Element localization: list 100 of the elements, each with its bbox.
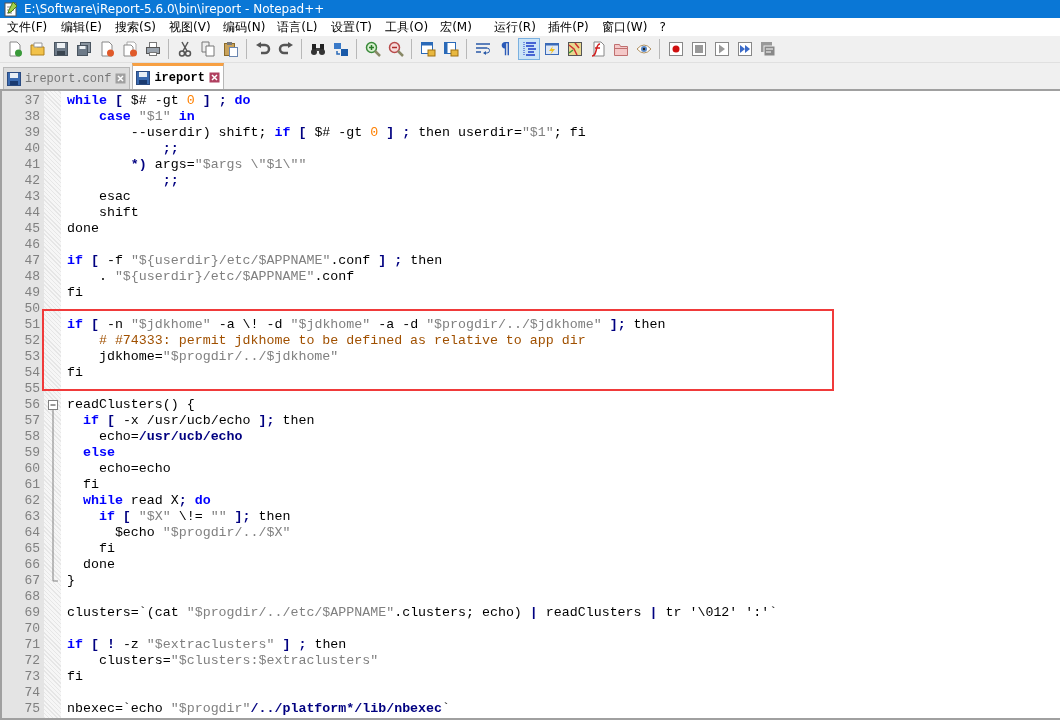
line-number: 46 — [23, 237, 41, 253]
code-line: shift — [97, 205, 139, 221]
line-number: 66 — [23, 557, 41, 573]
code-line: *) args="$args \"$1\"" — [129, 157, 307, 173]
line-number: 51 — [23, 317, 41, 333]
line-number: 55 — [23, 381, 41, 397]
menu-item[interactable]: 插件(P) — [543, 18, 597, 36]
redo-icon — [277, 41, 294, 57]
menu-item[interactable]: 编码(N) — [218, 18, 272, 36]
replace-icon — [332, 41, 349, 57]
line-number: 48 — [23, 269, 41, 285]
close-icon[interactable] — [115, 73, 127, 84]
file-tab[interactable]: ireport — [132, 63, 224, 89]
line-number: 41 — [23, 157, 41, 173]
code-line: if [ -n "$jdkhome" -a \! -d "$jdkhome" -a -d "$progdir/../$jdkhome" ]; then — [67, 317, 666, 333]
code-line: ;; — [161, 173, 179, 189]
menu-item[interactable]: 语言(L) — [272, 18, 326, 36]
line-number: 45 — [23, 221, 41, 237]
code-line: fi — [81, 477, 99, 493]
line-number: 40 — [23, 141, 41, 157]
menu-item[interactable]: ? — [654, 20, 708, 34]
code-line: jdkhome="$progdir/../$jdkhome" — [97, 349, 339, 365]
undo-icon — [254, 41, 271, 57]
line-number: 50 — [23, 301, 41, 317]
line-number: 47 — [23, 253, 41, 269]
file-close-icon — [98, 41, 115, 57]
code-line: readClusters() { — [67, 397, 195, 413]
code-line: while [ $# -gt 0 ] ; do — [67, 93, 251, 109]
code-line: clusters=`(cat "$progdir/../etc/$APPNAME".clusters; echo) | readClusters | tr '\012' ':'` — [67, 605, 778, 621]
tab-label: ireport — [154, 70, 205, 85]
line-number: 71 — [23, 637, 41, 653]
menu-item[interactable]: 运行(R) — [489, 18, 543, 36]
eye-icon — [635, 41, 652, 57]
window-title: E:\Software\iReport-5.6.0\bin\ireport - Notepad++ — [24, 2, 325, 16]
window-lock-icon — [442, 41, 459, 57]
code-line: fi — [97, 541, 115, 557]
menu-item[interactable]: 搜索(S) — [110, 18, 163, 36]
line-number: 37 — [23, 93, 41, 109]
line-number: 69 — [23, 605, 41, 621]
menu-item[interactable]: 文件(F) — [2, 18, 55, 36]
show-all-characters-button[interactable]: ¶ — [494, 38, 517, 60]
fold-collapse-icon[interactable] — [47, 397, 58, 413]
line-number: 53 — [23, 349, 41, 365]
code-line: if [ -f "${userdir}/etc/$APPNAME".conf ] ; then — [67, 253, 443, 269]
line-number: 63 — [23, 509, 41, 525]
code-line: fi — [67, 669, 83, 685]
code-line: case "$1" in — [97, 109, 195, 125]
files-close-icon — [121, 41, 138, 57]
code-line: } — [67, 573, 75, 589]
code-line: fi — [67, 365, 83, 381]
code-line: fi — [67, 285, 83, 301]
code-line: while read X; do — [81, 493, 211, 509]
code-line: . "${userdir}/etc/$APPNAME".conf — [97, 269, 355, 285]
menu-item[interactable]: 设置(T) — [326, 18, 380, 36]
play-icon — [713, 41, 730, 57]
copy-icon — [199, 41, 216, 57]
line-number: 42 — [23, 173, 41, 189]
line-number: 65 — [23, 541, 41, 557]
new-file-icon — [6, 41, 23, 57]
code-line: if [ "$X" \!= "" ]; then — [97, 509, 291, 525]
printer-icon — [144, 41, 161, 57]
function-icon — [589, 41, 606, 57]
close-icon[interactable] — [208, 72, 220, 83]
line-number: 62 — [23, 493, 41, 509]
menu-item[interactable]: 工具(O) — [380, 18, 435, 36]
line-number: 70 — [23, 621, 41, 637]
code-line: if [ -x /usr/ucb/echo ]; then — [81, 413, 315, 429]
word-wrap-icon — [474, 41, 491, 57]
menu-item[interactable]: 编辑(E) — [56, 18, 109, 36]
menu-item[interactable]: 窗口(W) — [597, 18, 654, 36]
floppy-disks-icon — [75, 41, 92, 57]
line-number: 60 — [23, 461, 41, 477]
line-number: 54 — [23, 365, 41, 381]
record-icon — [667, 41, 684, 57]
indent-guide-button[interactable] — [517, 38, 540, 60]
line-number: 74 — [23, 685, 41, 701]
line-number: 68 — [23, 589, 41, 605]
menu-item[interactable]: 宏(M) — [435, 18, 489, 36]
line-number: 59 — [23, 445, 41, 461]
indent-guide-icon — [520, 41, 537, 57]
folder-icon — [612, 41, 629, 57]
editor-area[interactable] — [0, 89, 1060, 720]
map-icon — [566, 41, 583, 57]
code-line: done — [67, 221, 99, 237]
code-line: --userdir) shift; if [ $# -gt 0 ] ; then userdir="$1"; fi — [129, 125, 586, 141]
code-line: clusters="$clusters:$extraclusters" — [97, 653, 379, 669]
zoom-in-icon — [364, 41, 381, 57]
line-number: 58 — [23, 429, 41, 445]
line-number: 61 — [23, 477, 41, 493]
tab-label: ireport.conf — [25, 71, 112, 86]
line-number: 43 — [23, 189, 41, 205]
line-number: 52 — [23, 333, 41, 349]
menu-item[interactable]: 视图(V) — [164, 18, 217, 36]
stacked-windows-icon — [759, 41, 776, 57]
scissors-icon — [176, 41, 193, 57]
code-line: esac — [97, 189, 131, 205]
line-number: 67 — [23, 573, 41, 589]
line-number: 56 — [23, 397, 41, 413]
clipboard-icon — [222, 41, 239, 57]
line-number: 75 — [23, 701, 41, 717]
